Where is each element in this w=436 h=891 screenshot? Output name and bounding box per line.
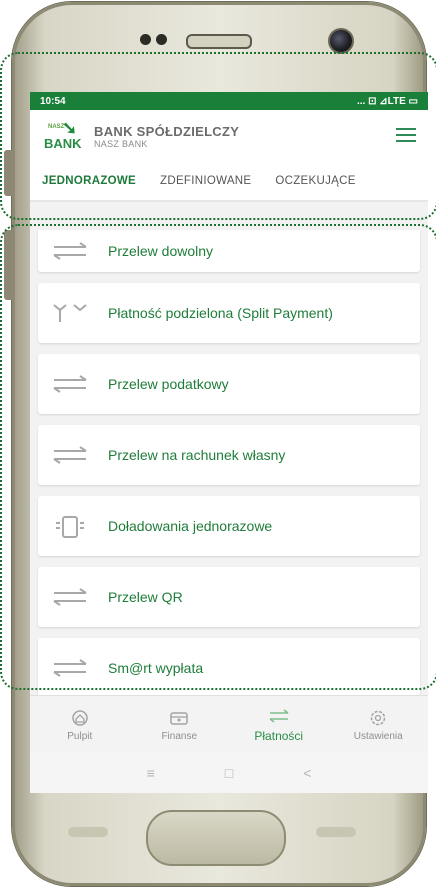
option-label: Przelew dowolny — [108, 243, 214, 259]
nav-label: Płatności — [254, 729, 304, 743]
transfer-arrows-icon — [269, 709, 289, 723]
sensor-dot — [140, 34, 151, 45]
sensor-dot-2 — [156, 34, 167, 45]
option-label: Płatność podzielona (Split Payment) — [108, 305, 333, 321]
back-button[interactable]: < — [303, 765, 311, 781]
option-przelew-dowolny[interactable]: Przelew dowolny — [38, 230, 420, 272]
wallet-icon — [170, 711, 188, 725]
back-key — [316, 827, 356, 837]
earpiece-speaker — [186, 34, 252, 49]
split-payment-icon — [50, 302, 90, 324]
bottom-navigation: Pulpit Finanse Płatności Ustawienia — [30, 695, 428, 754]
option-przelew-qr[interactable]: Przelew QR — [38, 567, 420, 627]
option-label: Przelew QR — [108, 589, 183, 605]
front-camera — [328, 28, 354, 54]
recent-key — [68, 827, 108, 837]
transfer-arrows-icon — [50, 444, 90, 466]
list-viewport: Przelew dowolny Płatność podzielona (Spl… — [30, 92, 428, 695]
option-label: Przelew na rachunek własny — [108, 447, 286, 463]
recent-apps-button[interactable]: ≡ — [147, 765, 155, 781]
volume-button-lower — [4, 230, 14, 300]
nav-label: Ustawienia — [353, 730, 403, 742]
option-przelew-rachunek-wlasny[interactable]: Przelew na rachunek własny — [38, 425, 420, 485]
transfer-arrows-icon — [50, 657, 90, 679]
payment-options-list: Przelew dowolny Płatność podzielona (Spl… — [38, 230, 420, 695]
nav-platnosci[interactable]: Płatności — [239, 707, 319, 743]
phone-topup-icon — [50, 515, 90, 538]
transfer-arrows-icon — [50, 373, 90, 395]
option-split-payment[interactable]: Płatność podzielona (Split Payment) — [38, 283, 420, 343]
option-przelew-podatkowy[interactable]: Przelew podatkowy — [38, 354, 420, 414]
volume-button — [4, 150, 14, 196]
nav-ustawienia[interactable]: Ustawienia — [338, 709, 418, 742]
nav-label: Finanse — [161, 730, 198, 742]
nav-pulpit[interactable]: Pulpit — [40, 709, 120, 742]
nav-label: Pulpit — [67, 730, 93, 742]
nav-finanse[interactable]: Finanse — [139, 709, 219, 742]
transfer-arrows-icon — [50, 586, 90, 608]
hardware-home-key — [146, 810, 286, 866]
home-button[interactable]: □ — [225, 765, 233, 781]
home-icon — [72, 709, 88, 726]
option-label: Przelew podatkowy — [108, 376, 229, 392]
gear-icon — [371, 710, 386, 725]
option-label: Doładowania jednorazowe — [108, 518, 273, 534]
option-smart-wyplata[interactable]: Sm@rt wypłata — [38, 638, 420, 695]
option-doladowania[interactable]: Doładowania jednorazowe — [38, 496, 420, 556]
transfer-arrows-icon — [50, 240, 90, 262]
system-navigation: ≡ □ < — [30, 753, 428, 793]
option-label: Sm@rt wypłata — [108, 660, 204, 676]
